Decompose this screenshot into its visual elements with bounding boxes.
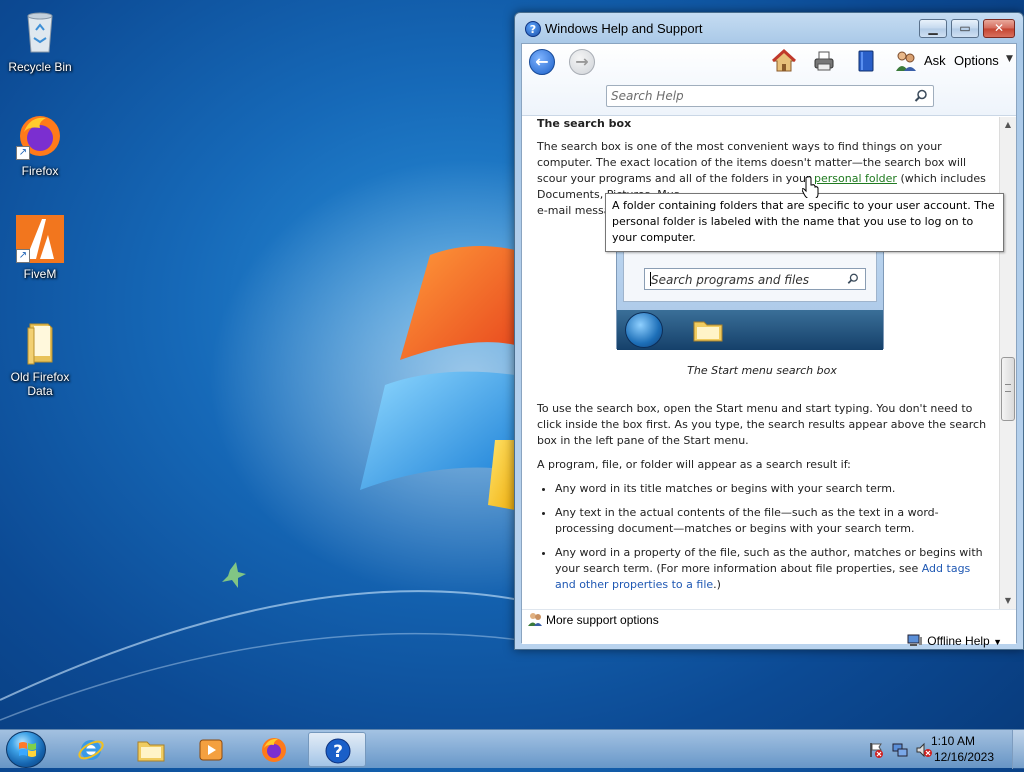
clock-time[interactable]: 1:10 AM bbox=[918, 734, 988, 748]
print-icon[interactable] bbox=[812, 49, 836, 73]
window-footer: More support options Offline Help ▼ bbox=[522, 609, 1016, 648]
network-icon[interactable] bbox=[892, 742, 908, 758]
search-icon[interactable] bbox=[914, 89, 928, 103]
shortcut-arrow-icon: ↗ bbox=[16, 249, 30, 263]
home-icon[interactable] bbox=[772, 49, 796, 73]
screenshot-taskbar bbox=[617, 310, 883, 350]
title-bar[interactable]: ? Windows Help and Support ▁ ▭ ✕ bbox=[515, 13, 1023, 43]
system-tray: 1:10 AM 12/16/2023 bbox=[854, 730, 1024, 769]
offline-help-menu[interactable]: Offline Help ▼ bbox=[907, 634, 1002, 648]
options-menu[interactable]: Options bbox=[954, 53, 999, 68]
more-support-label: More support options bbox=[546, 613, 659, 627]
taskbar-firefox[interactable] bbox=[245, 732, 303, 767]
shortcut-arrow-icon: ↗ bbox=[16, 146, 30, 160]
desktop-icon-fivem[interactable]: ↗ FiveM bbox=[2, 215, 78, 281]
scroll-up-arrow[interactable]: ▲ bbox=[1000, 117, 1016, 133]
image-caption: The Start menu search box bbox=[687, 364, 837, 377]
search-icon bbox=[847, 273, 858, 284]
help-icon: ? bbox=[325, 738, 351, 764]
help-window: ? Windows Help and Support ▁ ▭ ✕ ← → Ask… bbox=[514, 12, 1024, 650]
start-menu-screenshot: Search programs and files bbox=[616, 249, 884, 350]
vertical-scrollbar[interactable]: ▲ ▼ bbox=[999, 117, 1016, 609]
desktop-icon-recycle-bin[interactable]: Recycle Bin bbox=[2, 8, 78, 74]
fivem-icon: ↗ bbox=[16, 215, 64, 263]
firefox-icon: ↗ bbox=[16, 112, 64, 160]
desktop-icon-old-firefox-data[interactable]: Old Firefox Data bbox=[2, 318, 78, 398]
close-button[interactable]: ✕ bbox=[983, 19, 1015, 38]
clock-date[interactable]: 12/16/2023 bbox=[924, 750, 1004, 764]
start-orb-icon bbox=[625, 312, 663, 348]
browse-help-icon[interactable] bbox=[854, 49, 878, 73]
scroll-grip bbox=[1005, 384, 1011, 392]
forward-button[interactable]: → bbox=[569, 49, 595, 75]
search-input[interactable] bbox=[609, 87, 909, 105]
folder-icon bbox=[137, 741, 165, 762]
article-paragraph: A program, file, or folder will appear a… bbox=[537, 458, 851, 471]
firefox-icon bbox=[262, 738, 286, 762]
toolbar: ← → Ask Options ▼ bbox=[522, 44, 1016, 116]
taskbar: ? 1:10 AM 12/16/2023 bbox=[0, 729, 1024, 769]
search-box[interactable] bbox=[606, 85, 934, 107]
list-item: Any word in a property of the file, such… bbox=[555, 545, 989, 593]
folder-icon bbox=[693, 321, 723, 342]
taskbar-media-player[interactable] bbox=[182, 732, 240, 767]
desktop-icon-firefox[interactable]: ↗ Firefox bbox=[2, 112, 78, 178]
list-item: Any word in its title matches or begins … bbox=[555, 481, 989, 497]
media-player-icon bbox=[199, 739, 223, 761]
article-paragraph: To use the search box, open the Start me… bbox=[537, 402, 987, 447]
maximize-button[interactable]: ▭ bbox=[951, 19, 979, 38]
personal-folder-link[interactable]: personal folder bbox=[814, 172, 897, 185]
list-item-text: .) bbox=[713, 578, 721, 591]
ask-icon[interactable] bbox=[894, 49, 918, 73]
start-search-placeholder: Search programs and files bbox=[651, 273, 809, 287]
support-people-icon bbox=[528, 613, 542, 626]
desktop-icon-label: Recycle Bin bbox=[8, 60, 72, 74]
show-desktop-button[interactable] bbox=[1012, 730, 1024, 769]
start-menu-panel: Search programs and files bbox=[623, 250, 877, 302]
windows-logo-icon bbox=[19, 742, 36, 757]
taskbar-help-and-support[interactable]: ? bbox=[308, 732, 366, 767]
action-center-flag-icon[interactable] bbox=[868, 742, 884, 758]
hand-cursor-icon bbox=[802, 176, 819, 198]
chevron-down-icon[interactable]: ▼ bbox=[1006, 54, 1013, 64]
taskbar-internet-explorer[interactable] bbox=[62, 732, 120, 767]
internet-explorer-icon bbox=[78, 740, 104, 760]
desktop-icon-label: FiveM bbox=[23, 267, 57, 281]
list-item-text: Any word in a property of the file, such… bbox=[555, 546, 983, 575]
folder-icon bbox=[16, 318, 64, 366]
article-content: The search box The search box is one of … bbox=[522, 117, 1000, 609]
recycle-bin-icon bbox=[16, 8, 64, 56]
offline-help-label: Offline Help bbox=[927, 634, 990, 648]
back-button[interactable]: ← bbox=[529, 49, 555, 75]
svg-text:?: ? bbox=[333, 742, 343, 762]
start-search-box: Search programs and files bbox=[644, 268, 866, 290]
scroll-down-arrow[interactable]: ▼ bbox=[1000, 593, 1016, 609]
taskbar-file-explorer[interactable] bbox=[122, 732, 180, 767]
computer-icon bbox=[907, 634, 923, 646]
ask-label[interactable]: Ask bbox=[924, 53, 946, 68]
help-icon: ? bbox=[525, 21, 541, 37]
desktop-icon-label: Old Firefox Data bbox=[10, 370, 70, 398]
scroll-thumb[interactable] bbox=[1001, 357, 1015, 421]
start-button[interactable] bbox=[6, 731, 46, 768]
window-client-area: ← → Ask Options ▼ The search box The sea… bbox=[521, 43, 1017, 648]
chevron-down-icon: ▼ bbox=[993, 637, 1002, 647]
section-title: The search box bbox=[537, 117, 632, 130]
bullet-list: Any word in its title matches or begins … bbox=[537, 481, 989, 601]
desktop-icon-label: Firefox bbox=[21, 164, 59, 178]
more-support-options-link[interactable]: More support options bbox=[528, 612, 659, 627]
list-item: Any text in the actual contents of the f… bbox=[555, 505, 989, 537]
window-title: Windows Help and Support bbox=[545, 21, 703, 36]
personal-folder-tooltip: A folder containing folders that are spe… bbox=[605, 193, 1004, 252]
minimize-button[interactable]: ▁ bbox=[919, 19, 947, 38]
